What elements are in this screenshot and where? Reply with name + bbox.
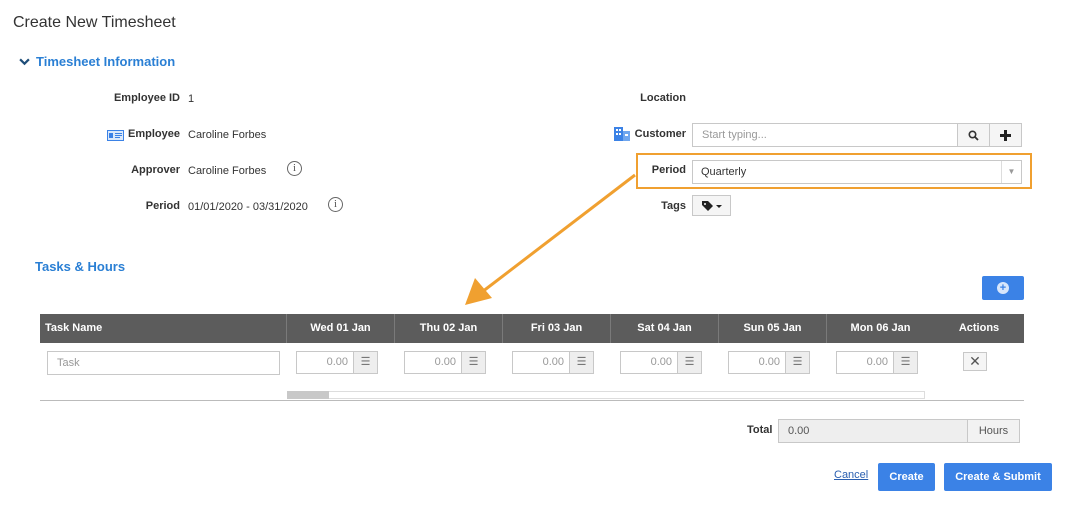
location-label: Location: [640, 92, 686, 104]
column-header: Sun 05 Jan: [718, 314, 826, 343]
scrollbar-thumb[interactable]: [287, 391, 329, 399]
menu-lines-icon[interactable]: ☰: [353, 352, 377, 373]
hours-input[interactable]: 0.00 ☰: [404, 351, 486, 374]
tag-icon: [701, 201, 722, 211]
task-input[interactable]: Task: [47, 351, 280, 375]
employee-id-label: Employee ID: [113, 92, 180, 104]
column-header: Wed 01 Jan: [286, 314, 394, 343]
employee-value: Caroline Forbes: [188, 129, 267, 141]
menu-lines-icon[interactable]: ☰: [461, 352, 485, 373]
annotation-arrow: [465, 173, 636, 305]
plus-icon: [1000, 130, 1011, 141]
add-task-button[interactable]: +: [982, 276, 1024, 300]
id-card-icon: [107, 128, 124, 141]
menu-lines-icon[interactable]: ☰: [677, 352, 701, 373]
column-header: Task Name: [45, 322, 103, 334]
column-header: Thu 02 Jan: [394, 314, 502, 343]
info-icon[interactable]: i: [328, 197, 343, 212]
column-header: Mon 06 Jan: [826, 314, 934, 343]
plus-circle-icon: +: [997, 282, 1009, 294]
hours-input[interactable]: 0.00 ☰: [728, 351, 810, 374]
menu-lines-icon[interactable]: ☰: [785, 352, 809, 373]
hours-unit-addon: Hours: [968, 419, 1020, 443]
tags-button[interactable]: [692, 195, 731, 216]
tasks-grid-header: Task Name Wed 01 Jan Thu 02 Jan Fri 03 J…: [40, 314, 1024, 343]
menu-lines-icon[interactable]: ☰: [893, 352, 917, 373]
chevron-down-icon[interactable]: [19, 55, 30, 70]
employee-id-value: 1: [188, 93, 195, 105]
column-header: Fri 03 Jan: [502, 314, 610, 343]
period-select-value: Quarterly: [701, 166, 747, 178]
period-select-label: Period: [651, 164, 686, 176]
hours-input[interactable]: 0.00 ☰: [836, 351, 918, 374]
tags-label: Tags: [661, 200, 686, 212]
menu-lines-icon[interactable]: ☰: [569, 352, 593, 373]
delete-row-button[interactable]: ✕: [963, 352, 987, 371]
page-title: Create New Timesheet: [13, 14, 176, 31]
search-button[interactable]: [957, 123, 990, 147]
period-label: Period: [145, 200, 180, 212]
close-icon: ✕: [969, 353, 981, 369]
add-customer-button[interactable]: [989, 123, 1022, 147]
column-header: Sat 04 Jan: [610, 314, 718, 343]
total-label: Total: [747, 424, 773, 436]
building-icon: [613, 126, 631, 141]
total-value-field: 0.00: [778, 419, 968, 443]
create-button[interactable]: Create: [878, 463, 935, 491]
hours-input[interactable]: 0.00 ☰: [296, 351, 378, 374]
search-icon: [968, 130, 979, 141]
hours-input[interactable]: 0.00 ☰: [620, 351, 702, 374]
caret-down-icon: ▼: [1001, 161, 1021, 183]
divider: [40, 400, 1024, 401]
column-header: Actions: [958, 322, 1000, 334]
info-icon[interactable]: i: [287, 161, 302, 176]
period-select[interactable]: Quarterly ▼: [692, 160, 1022, 184]
hours-input[interactable]: 0.00 ☰: [512, 351, 594, 374]
period-value: 01/01/2020 - 03/31/2020: [188, 201, 308, 213]
customer-input[interactable]: Start typing...: [692, 123, 958, 147]
employee-label: Employee: [128, 128, 180, 140]
horizontal-scrollbar[interactable]: [287, 391, 925, 399]
customer-label: Customer: [634, 128, 686, 140]
approver-value: Caroline Forbes: [188, 165, 267, 177]
approver-label: Approver: [131, 164, 180, 176]
create-submit-button[interactable]: Create & Submit: [944, 463, 1052, 491]
section-title-tasks-hours: Tasks & Hours: [35, 259, 126, 274]
section-title-timesheet-info[interactable]: Timesheet Information: [36, 54, 175, 69]
cancel-link[interactable]: Cancel: [834, 469, 868, 481]
